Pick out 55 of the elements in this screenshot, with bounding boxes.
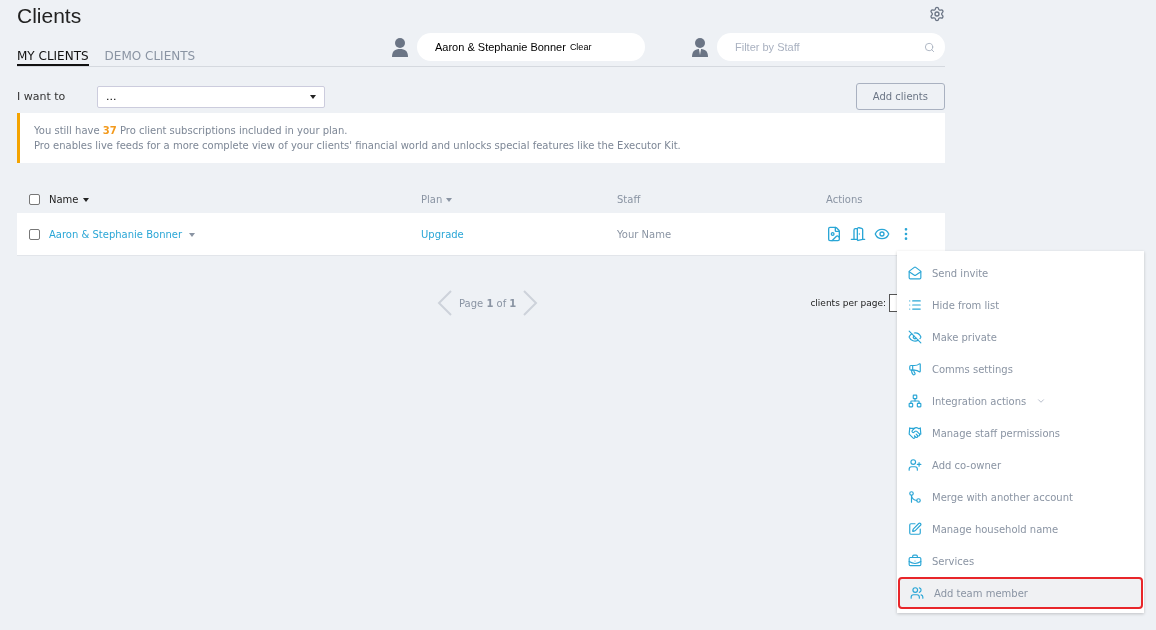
search-icon (924, 41, 935, 53)
menu-item[interactable]: Add team member (898, 577, 1143, 609)
notice-text: You still have 37 Pro client subscriptions included in your plan. (34, 125, 348, 136)
list-icon (908, 298, 922, 312)
chevron-down-icon (1036, 396, 1047, 406)
megaphone-icon (908, 362, 922, 376)
row-checkbox[interactable] (29, 228, 40, 240)
clear-button[interactable]: Clear (565, 42, 592, 52)
staff-filter-field[interactable]: Filter by Staff (717, 33, 945, 61)
user-plus-icon (908, 458, 922, 472)
i-want-to-label: I want to (17, 90, 67, 103)
page-indicator: Page 1 of 1 (459, 297, 517, 309)
settings-icon[interactable] (929, 6, 945, 22)
handshake-icon (908, 426, 922, 440)
action-dropdown[interactable]: ... (97, 85, 325, 108)
users-icon (910, 586, 924, 600)
menu-item[interactable]: Add co-owner (898, 449, 1143, 481)
staff-name: Your Name (617, 228, 673, 240)
select-all-checkbox[interactable] (29, 193, 40, 205)
menu-item[interactable]: Services (898, 545, 1143, 577)
notice-text: Pro enables live feeds for a more complete view of your clients' financial world and unlocks special features like the Executor Kit. (34, 140, 681, 151)
door-icon[interactable] (850, 226, 866, 242)
staff-icon (691, 37, 709, 57)
caret-icon[interactable] (189, 232, 196, 237)
edit-icon (908, 522, 922, 536)
menu-item[interactable]: Integration actions (898, 385, 1143, 417)
network-icon (908, 394, 922, 408)
tab[interactable]: MY CLIENTS (17, 49, 89, 66)
eye-off-icon (908, 330, 922, 344)
column-header[interactable]: Name (49, 193, 79, 205)
menu-item[interactable]: Manage staff permissions (898, 417, 1143, 449)
envelope-icon (908, 266, 922, 280)
eye-icon[interactable] (874, 226, 890, 242)
menu-item[interactable]: Comms settings (898, 353, 1143, 385)
sort-caret-icon[interactable] (82, 197, 89, 202)
add-clients-button[interactable]: Add clients (855, 83, 945, 110)
client-search-field[interactable]: Aaron & Stephanie Bonner Clear (417, 33, 645, 61)
caret-icon (310, 94, 316, 99)
menu-item[interactable]: Make private (898, 321, 1143, 353)
upgrade-link[interactable]: Upgrade (421, 228, 617, 240)
menu-item[interactable]: Manage household name (898, 513, 1143, 545)
per-page-label: clients per page: (810, 298, 886, 308)
page-title: Clients (17, 4, 82, 28)
tab[interactable]: DEMO CLIENTS (104, 49, 196, 66)
menu-item[interactable]: Merge with another account (898, 481, 1143, 513)
document-edit-icon[interactable] (826, 226, 842, 242)
column-header[interactable]: Plan (421, 193, 443, 205)
merge-icon (908, 490, 922, 504)
client-icon (391, 37, 409, 57)
menu-item[interactable]: Hide from list (898, 289, 1143, 321)
column-header: Staff (617, 193, 641, 205)
briefcase-icon (908, 554, 922, 568)
client-name-link[interactable]: Aaron & Stephanie Bonner (49, 228, 183, 240)
column-header: Actions (826, 193, 863, 205)
menu-item[interactable]: Send invite (898, 257, 1143, 289)
